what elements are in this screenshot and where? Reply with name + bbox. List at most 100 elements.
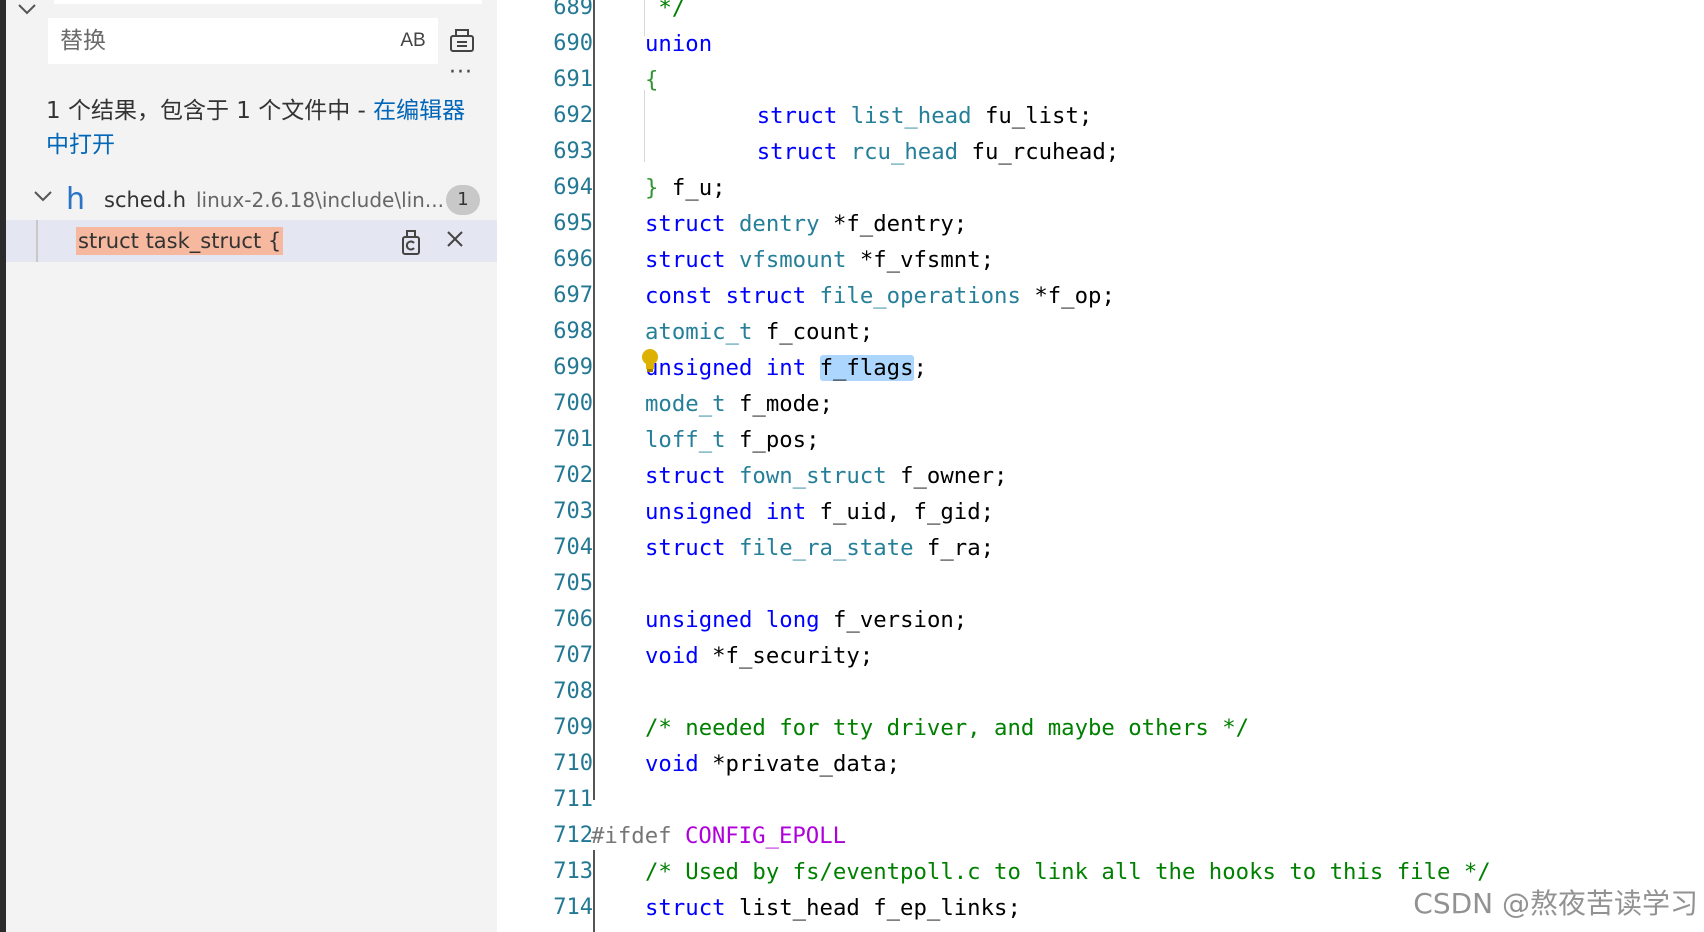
- code-token: vfsmount: [738, 247, 847, 273]
- code-line[interactable]: 692 struct list_head fu_list;: [497, 98, 1704, 134]
- code-token: long: [765, 607, 820, 633]
- code-line[interactable]: 690 union: [497, 26, 1704, 62]
- code-text: const struct file_operations *f_op;: [645, 278, 1115, 314]
- code-token: void: [645, 643, 699, 669]
- replace-match-icon[interactable]: [400, 228, 426, 256]
- line-number: 689: [553, 0, 593, 20]
- line-number: 697: [553, 283, 593, 308]
- code-token: struct: [645, 895, 726, 921]
- code-line[interactable]: 698 atomic_t f_count;: [497, 314, 1704, 350]
- find-input-edge: [54, 0, 482, 4]
- code-text: } f_u;: [645, 170, 726, 206]
- code-line[interactable]: 696 struct vfsmount *f_vfsmnt;: [497, 242, 1704, 278]
- match-count-badge: 1: [446, 185, 480, 215]
- code-line[interactable]: 702 struct fown_struct f_owner;: [497, 458, 1704, 494]
- code-line[interactable]: 710 void *private_data;: [497, 746, 1704, 782]
- result-match-text: struct task_struct {: [76, 227, 284, 255]
- code-token: f_owner;: [886, 463, 1008, 489]
- preserve-case-toggle[interactable]: AB: [396, 28, 430, 54]
- code-line[interactable]: 709 /* needed for tty driver, and maybe o…: [497, 710, 1704, 746]
- result-match-row[interactable]: struct task_struct {: [6, 220, 497, 262]
- code-text: loff_t f_pos;: [645, 422, 820, 458]
- line-number: 710: [553, 751, 593, 776]
- more-options-icon[interactable]: ···: [444, 62, 478, 86]
- code-line[interactable]: 705: [497, 566, 1704, 602]
- code-line[interactable]: 707 void *f_security;: [497, 638, 1704, 674]
- code-token: f_mode;: [725, 391, 833, 417]
- code-token: mode_t: [645, 391, 726, 417]
- line-number: 691: [553, 67, 593, 92]
- lightbulb-icon[interactable]: [641, 348, 659, 374]
- code-token: *f_dentry;: [819, 211, 968, 237]
- code-token: struct: [725, 283, 807, 309]
- code-text: */: [645, 0, 685, 26]
- code-token: loff_t: [645, 427, 726, 453]
- code-text: void *private_data;: [645, 746, 900, 782]
- close-icon[interactable]: [444, 228, 470, 254]
- replace-field[interactable]: AB: [48, 18, 438, 64]
- line-number: 696: [553, 247, 593, 272]
- code-token: file_ra_state: [738, 535, 914, 561]
- code-line[interactable]: 697 const struct file_operations *f_op;: [497, 278, 1704, 314]
- code-line[interactable]: 694} f_u;: [497, 170, 1704, 206]
- code-token: CONFIG_EPOLL: [684, 823, 847, 849]
- code-line[interactable]: 701 loff_t f_pos;: [497, 422, 1704, 458]
- toggle-replace-chevron-icon[interactable]: [16, 2, 40, 22]
- code-line[interactable]: 703 unsigned int f_uid, f_gid;: [497, 494, 1704, 530]
- replace-input[interactable]: [48, 18, 378, 64]
- line-number: 704: [553, 535, 593, 560]
- code-line[interactable]: 706 unsigned long f_version;: [497, 602, 1704, 638]
- result-file-row[interactable]: h sched.h linux-2.6.18\include\lin... 1: [6, 180, 497, 220]
- code-line[interactable]: 711: [497, 782, 1704, 818]
- code-token: */: [645, 0, 686, 21]
- code-line[interactable]: 695 struct dentry *f_dentry;: [497, 206, 1704, 242]
- line-number: 698: [553, 319, 593, 344]
- line-number: 711: [553, 787, 593, 812]
- line-number: 690: [553, 31, 593, 56]
- code-token: }: [645, 175, 659, 201]
- line-number: 706: [553, 607, 593, 632]
- code-line[interactable]: 708: [497, 674, 1704, 710]
- code-line[interactable]: 693 struct rcu_head fu_rcuhead;: [497, 134, 1704, 170]
- code-line[interactable]: 699 unsigned int f_flags;: [497, 350, 1704, 386]
- line-number: 714: [553, 895, 593, 920]
- code-line[interactable]: 700 mode_t f_mode;: [497, 386, 1704, 422]
- code-token: list_head: [850, 103, 972, 129]
- header-file-icon: h: [66, 182, 86, 217]
- code-token: *private_data;: [698, 751, 901, 777]
- code-token: unsigned: [645, 499, 753, 525]
- code-text: unsigned long f_version;: [645, 602, 967, 638]
- code-token: fu_rcuhead;: [958, 139, 1120, 165]
- code-line[interactable]: 691 {: [497, 62, 1704, 98]
- code-token: f_pos;: [725, 427, 820, 453]
- code-line[interactable]: 704 struct file_ra_state f_ra;: [497, 530, 1704, 566]
- code-editor[interactable]: 689 */ 690 union 691 {692 struct list_head f…: [497, 0, 1704, 932]
- chevron-down-icon[interactable]: [32, 188, 54, 210]
- code-text: unsigned int f_flags;: [645, 350, 927, 386]
- code-token: rcu_head: [850, 139, 959, 165]
- code-text: {: [645, 62, 658, 98]
- code-text: union: [645, 26, 712, 62]
- code-text: struct dentry *f_dentry;: [645, 206, 967, 242]
- line-number: 712: [553, 823, 593, 848]
- code-token: f_uid, f_gid;: [806, 499, 995, 525]
- code-token: const: [645, 283, 713, 309]
- code-token: fown_struct: [738, 463, 887, 489]
- code-token: f_u;: [658, 175, 726, 201]
- code-text: #ifdef CONFIG_EPOLL: [591, 818, 846, 854]
- code-line[interactable]: 712 #ifdef CONFIG_EPOLL: [497, 818, 1704, 854]
- line-number: 708: [553, 679, 593, 704]
- replace-all-icon[interactable]: [446, 24, 482, 58]
- code-token: fu_list;: [971, 103, 1093, 129]
- code-text: struct list_head fu_list;: [703, 98, 1093, 134]
- code-line[interactable]: 689 */: [497, 0, 1704, 26]
